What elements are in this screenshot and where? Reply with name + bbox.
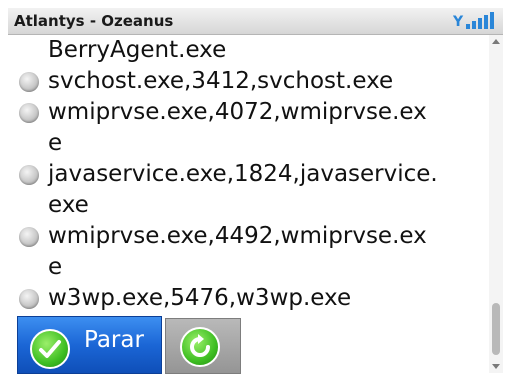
process-list-item[interactable]: wmiprvse.exe,4492,wmiprvse.ex — [8, 221, 486, 252]
process-list[interactable]: BerryAgent.exe svchost.exe,3412,svchost.e… — [8, 35, 486, 314]
process-list-item[interactable]: wmiprvse.exe,4072,wmiprvse.ex — [8, 97, 486, 128]
scroll-down-icon[interactable] — [492, 364, 500, 369]
process-list-item[interactable]: w3wp.exe,5476,w3wp.exe — [8, 283, 486, 314]
process-list-item: exe — [8, 190, 486, 221]
app-title: Atlantys - Ozeanus — [14, 12, 174, 30]
process-text: e — [48, 130, 63, 156]
process-text: BerryAgent.exe — [48, 37, 227, 63]
process-text: wmiprvse.exe,4492,wmiprvse.ex — [48, 223, 427, 249]
bullet-icon — [19, 72, 39, 92]
bullet-icon — [19, 165, 39, 185]
refresh-icon — [180, 327, 220, 367]
process-text: w3wp.exe,5476,w3wp.exe — [48, 285, 352, 311]
stop-button[interactable]: Parar — [17, 316, 162, 374]
scroll-up-icon[interactable] — [492, 39, 500, 44]
app-screen: Atlantys - Ozeanus Y BerryAgent.exe svcho… — [0, 0, 511, 380]
process-list-item: e — [8, 252, 486, 283]
bullet-icon — [19, 227, 39, 247]
refresh-button[interactable] — [165, 318, 241, 374]
process-text: e — [48, 254, 63, 280]
process-list-item: BerryAgent.exe — [8, 35, 486, 66]
process-list-item[interactable]: javaservice.exe,1824,javaservice. — [8, 159, 486, 190]
scrollbar-thumb[interactable] — [492, 303, 500, 355]
svg-text:Y: Y — [453, 14, 464, 30]
bullet-icon — [19, 103, 39, 123]
stop-button-label: Parar — [84, 327, 144, 353]
check-icon — [30, 329, 70, 369]
process-list-item[interactable]: svchost.exe,3412,svchost.exe — [8, 66, 486, 97]
process-text: javaservice.exe,1824,javaservice. — [48, 161, 438, 187]
process-text: wmiprvse.exe,4072,wmiprvse.ex — [48, 99, 427, 125]
bullet-icon — [19, 289, 39, 309]
title-bar: Atlantys - Ozeanus Y — [8, 8, 503, 35]
process-text: svchost.exe,3412,svchost.exe — [48, 68, 394, 94]
vertical-scrollbar[interactable] — [489, 35, 503, 373]
signal-strength-icon: Y — [453, 12, 494, 30]
process-list-item: e — [8, 128, 486, 159]
process-text: exe — [48, 192, 89, 218]
